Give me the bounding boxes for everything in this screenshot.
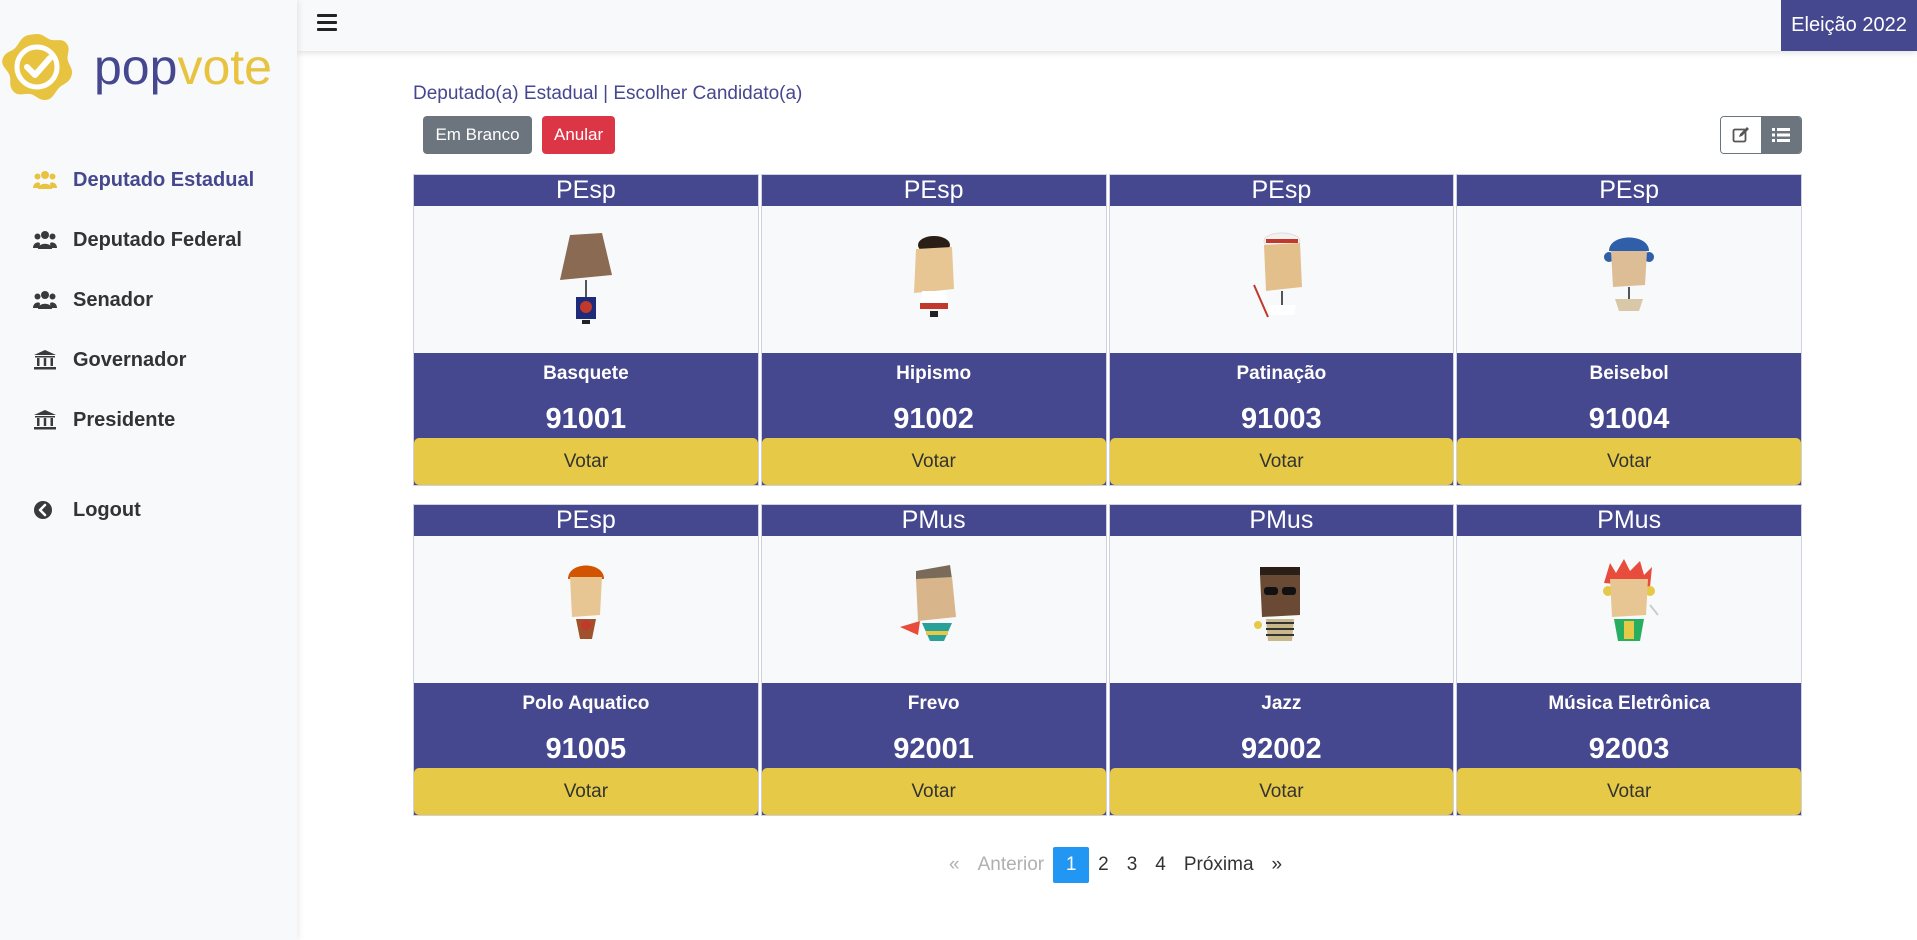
- candidate-number: 92002: [1241, 733, 1322, 765]
- logo-text-pop: pop: [94, 39, 178, 95]
- candidate-avatar: [761, 536, 1106, 683]
- users-icon: [33, 230, 57, 250]
- pagination-page-1[interactable]: 1: [1053, 847, 1090, 883]
- topbar: Eleição 2022: [297, 0, 1917, 51]
- sidebar-item-label: Senador: [73, 288, 154, 311]
- candidate-card: PMus Frevo 92001 Votar: [760, 504, 1107, 816]
- candidate-number: 92001: [893, 733, 974, 765]
- election-badge: Eleição 2022: [1781, 0, 1917, 51]
- logo-text-vote: vote: [177, 39, 272, 95]
- candidate-name: Hipismo: [896, 363, 972, 384]
- vote-button[interactable]: Votar: [1109, 438, 1454, 485]
- pagination-prev-arrow: «: [949, 854, 960, 875]
- candidate-party: PEsp: [903, 176, 964, 204]
- candidate-avatar: [1457, 536, 1801, 683]
- candidate-name: Patinação: [1236, 363, 1327, 384]
- candidate-name: Beisebol: [1589, 363, 1669, 384]
- sidebar-item-presidente[interactable]: Presidente: [0, 390, 297, 450]
- candidate-avatar: [761, 206, 1106, 353]
- candidate-name: Basquete: [543, 363, 629, 384]
- logout-button[interactable]: Logout: [0, 480, 297, 540]
- candidate-card: PEsp Hipismo 91002 Votar: [760, 174, 1107, 486]
- candidate-party: PEsp: [1251, 176, 1312, 204]
- candidate-number: 91003: [1241, 403, 1322, 435]
- vote-button[interactable]: Votar: [414, 768, 758, 815]
- sidebar-item-deputado-estadual[interactable]: Deputado Estadual: [0, 150, 297, 210]
- circle-arrow-left-icon: [33, 500, 57, 520]
- sidebar: popvote Deputado Estadual Deputado Feder…: [0, 0, 297, 940]
- sidebar-item-label: Deputado Federal: [73, 228, 242, 251]
- candidate-card: PEsp Polo Aquatico 91005 Votar: [413, 504, 759, 816]
- edit-icon: [1732, 127, 1749, 143]
- candidate-name: Frevo: [907, 693, 960, 714]
- vote-button[interactable]: Votar: [761, 768, 1106, 815]
- vote-button[interactable]: Votar: [1457, 768, 1801, 815]
- sidebar-item-governador[interactable]: Governador: [0, 330, 297, 390]
- candidate-party: PMus: [1597, 506, 1662, 534]
- view-toggle: [1720, 116, 1802, 154]
- candidate-number: 92003: [1588, 733, 1670, 765]
- pagination-page-3[interactable]: 3: [1118, 847, 1147, 883]
- logo-text: popvote: [94, 42, 272, 92]
- candidate-avatar: [1109, 536, 1454, 683]
- pagination-page-4[interactable]: 4: [1146, 847, 1175, 883]
- blank-vote-button[interactable]: Em Branco: [423, 116, 532, 154]
- vote-button[interactable]: Votar: [1457, 438, 1801, 485]
- pagination-next[interactable]: Próxima: [1175, 847, 1263, 883]
- candidate-party: PEsp: [1599, 176, 1659, 204]
- edit-view-button[interactable]: [1721, 117, 1761, 153]
- candidate-number: 91002: [893, 403, 974, 435]
- candidate-number: 91005: [545, 733, 627, 765]
- candidate-card: PMus Jazz 92002 Votar: [1108, 504, 1455, 816]
- candidate-name: Polo Aquatico: [522, 693, 650, 714]
- pagination-page-2[interactable]: 2: [1089, 847, 1118, 883]
- list-icon: [1772, 128, 1790, 142]
- vote-button[interactable]: Votar: [761, 438, 1106, 485]
- users-icon: [33, 170, 57, 190]
- logout-label: Logout: [73, 498, 141, 521]
- candidate-number: 91001: [545, 403, 627, 435]
- users-icon: [33, 290, 57, 310]
- page-title: Deputado(a) Estadual | Escolher Candidat…: [413, 83, 803, 104]
- candidate-number: 91004: [1588, 403, 1670, 435]
- candidate-card: PEsp Patinação 91003 Votar: [1108, 174, 1455, 486]
- sidebar-item-label: Deputado Estadual: [73, 168, 255, 191]
- candidate-grid-row-2: PEsp Polo Aquatico 91005 Votar PMus Frev…: [413, 504, 1802, 816]
- candidate-party: PMus: [1249, 506, 1314, 534]
- candidate-grid-row-1: PEsp Basquete 91001 Votar PEsp Hipismo 9…: [413, 174, 1802, 486]
- sidebar-nav: Deputado Estadual Deputado Federal Senad…: [0, 150, 297, 540]
- candidate-avatar: [1109, 206, 1454, 353]
- candidate-card: PEsp Beisebol 91004 Votar: [1456, 174, 1802, 486]
- institution-icon: [33, 410, 57, 430]
- candidate-party: PEsp: [555, 176, 616, 204]
- vote-button[interactable]: Votar: [414, 438, 758, 485]
- vote-button[interactable]: Votar: [1109, 768, 1454, 815]
- sidebar-item-label: Presidente: [73, 408, 176, 431]
- candidate-party: PMus: [901, 506, 966, 534]
- candidate-avatar: [414, 536, 758, 683]
- list-view-button[interactable]: [1761, 117, 1801, 153]
- institution-icon: [33, 350, 57, 370]
- hamburger-icon[interactable]: [317, 14, 337, 32]
- popvote-logo-icon: [2, 34, 73, 100]
- candidate-card: PMus Música Eletrônica 92003 Votar: [1456, 504, 1802, 816]
- candidate-name: Jazz: [1261, 693, 1302, 714]
- candidate-avatar: [1457, 206, 1801, 353]
- sidebar-item-senador[interactable]: Senador: [0, 270, 297, 330]
- candidate-card: PEsp Basquete 91001 Votar: [413, 174, 759, 486]
- pagination-prev: Anterior: [977, 854, 1045, 875]
- logo[interactable]: popvote: [0, 30, 272, 104]
- pagination-next-arrow[interactable]: »: [1263, 847, 1292, 883]
- sidebar-item-deputado-federal[interactable]: Deputado Federal: [0, 210, 297, 270]
- candidate-party: PEsp: [555, 506, 616, 534]
- null-vote-button[interactable]: Anular: [542, 116, 615, 154]
- sidebar-item-label: Governador: [73, 348, 187, 371]
- candidate-avatar: [414, 206, 758, 353]
- candidate-name: Música Eletrônica: [1548, 693, 1710, 714]
- pagination: « Anterior 1 2 3 4 Próxima »: [940, 847, 1291, 883]
